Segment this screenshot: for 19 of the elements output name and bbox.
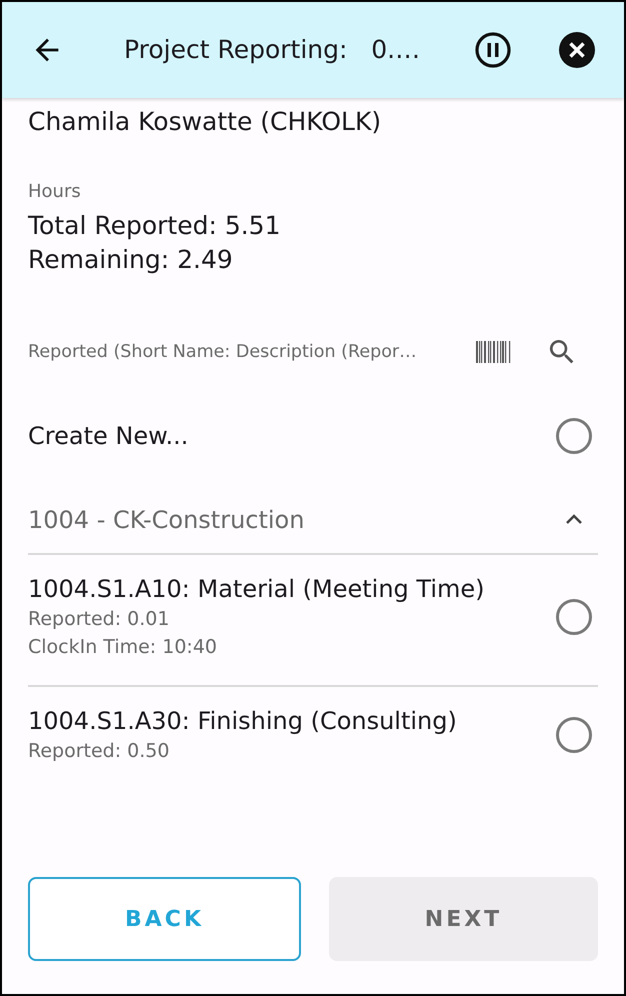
radio-button[interactable]: [556, 418, 592, 454]
search-field[interactable]: Reported (Short Name: Description (Repor…: [28, 338, 468, 366]
create-new-label[interactable]: Create New...: [28, 418, 188, 454]
radio-button[interactable]: [556, 599, 592, 635]
activity-detail: Reported: 0.50: [28, 739, 170, 764]
header-title: Project Reporting: 0.…: [124, 34, 420, 66]
hours-label: Hours: [28, 180, 82, 204]
pause-icon[interactable]: [474, 31, 512, 69]
hours-line: Total Reported: 5.51: [28, 210, 282, 242]
activity-detail: ClockIn Time: 10:40: [28, 635, 218, 660]
activity-detail: Reported: 0.01: [28, 607, 170, 632]
employee-name: Chamila Koswatte (CHKOLK): [28, 106, 382, 138]
activity-title[interactable]: 1004.S1.A30: Finishing (Consulting): [28, 705, 528, 737]
close-icon[interactable]: [558, 31, 596, 69]
hours-line: Remaining: 2.49: [28, 244, 234, 276]
activity-title[interactable]: 1004.S1.A10: Material (Meeting Time): [28, 573, 528, 605]
barcode-icon[interactable]: [476, 341, 512, 363]
group-title[interactable]: 1004 - CK-Construction: [28, 502, 304, 538]
radio-button[interactable]: [556, 717, 592, 753]
